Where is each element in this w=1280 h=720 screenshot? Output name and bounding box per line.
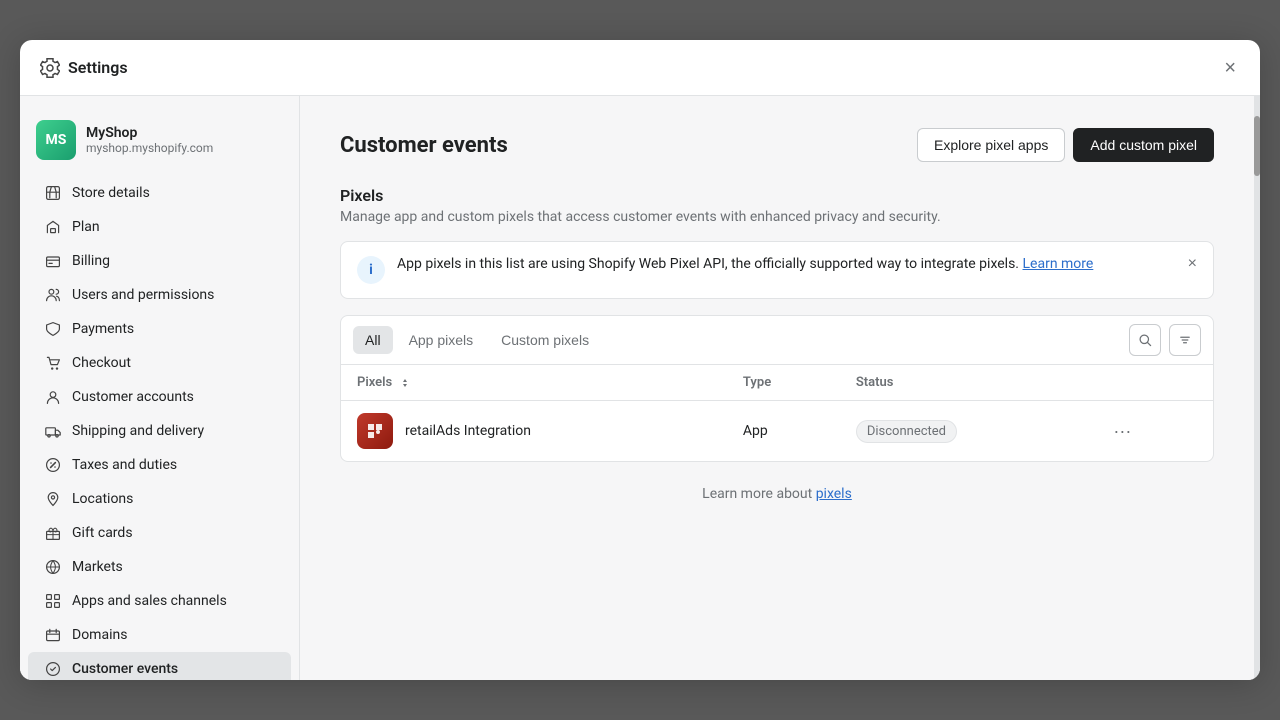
tab-app-pixels[interactable]: App pixels [397,326,486,354]
sidebar-item-customer-events[interactable]: Customer events [28,652,291,680]
avatar: MS [36,120,76,160]
sidebar-item-billing[interactable]: Billing [28,244,291,278]
col-status: Status [840,365,1090,401]
sidebar-item-plan[interactable]: Plan [28,210,291,244]
sidebar: MS MyShop myshop.myshopify.com Store det… [20,96,300,680]
store-info: MS MyShop myshop.myshopify.com [20,112,299,176]
pixel-name-cell: retailAds Integration [341,401,727,462]
table-row: retailAds Integration App Disconnected ·… [341,401,1213,462]
sidebar-item-apps-sales-channels[interactable]: Apps and sales channels [28,584,291,618]
gear-icon [40,58,60,78]
pixels-section-title: Pixels [340,186,1214,205]
add-custom-pixel-button[interactable]: Add custom pixel [1073,128,1214,162]
pixels-learn-more-link[interactable]: pixels [816,486,852,502]
col-type: Type [727,365,840,401]
apps-icon [44,592,62,610]
pixel-name: retailAds Integration [405,423,531,439]
pixel-type: App [727,401,840,462]
sidebar-item-label: Taxes and duties [72,457,177,473]
store-icon [44,184,62,202]
sidebar-item-label: Payments [72,321,134,337]
store-text: MyShop myshop.myshopify.com [86,125,213,155]
sort-button[interactable] [1169,324,1201,356]
sidebar-item-shipping-delivery[interactable]: Shipping and delivery [28,414,291,448]
header-actions: Explore pixel apps Add custom pixel [917,128,1214,162]
main-content: Customer events Explore pixel apps Add c… [300,96,1254,680]
sidebar-item-label: Domains [72,627,127,643]
pixels-section-desc: Manage app and custom pixels that access… [340,209,1214,225]
tab-custom-pixels[interactable]: Custom pixels [489,326,601,354]
modal-title: Settings [68,58,128,77]
domains-icon [44,626,62,644]
sidebar-item-taxes-duties[interactable]: Taxes and duties [28,448,291,482]
pixels-table: Pixels Type [341,365,1213,461]
page-header: Customer events Explore pixel apps Add c… [340,128,1214,162]
sidebar-item-markets[interactable]: Markets [28,550,291,584]
shipping-icon [44,422,62,440]
sidebar-item-label: Plan [72,219,100,235]
scroll-track [1254,96,1260,680]
store-name: MyShop [86,125,213,141]
close-button[interactable]: × [1220,54,1240,82]
sidebar-item-label: Checkout [72,355,131,371]
store-url: myshop.myshopify.com [86,141,213,155]
sidebar-item-label: Users and permissions [72,287,214,303]
status-badge: Disconnected [856,420,957,443]
sidebar-item-label: Markets [72,559,123,575]
info-banner-text: App pixels in this list are using Shopif… [397,256,1176,272]
sort-icon [399,377,411,389]
gift-cards-icon [44,524,62,542]
pixels-table-card: All App pixels Custom pixels [340,315,1214,462]
locations-icon [44,490,62,508]
search-button[interactable] [1129,324,1161,356]
sidebar-item-label: Billing [72,253,110,269]
sidebar-item-label: Customer events [72,661,178,677]
sidebar-item-label: Gift cards [72,525,133,541]
sidebar-item-gift-cards[interactable]: Gift cards [28,516,291,550]
more-options-button[interactable]: ··· [1105,417,1139,446]
customer-events-icon [44,660,62,678]
modal-header: Settings × [20,40,1260,96]
plan-icon [44,218,62,236]
sidebar-item-label: Apps and sales channels [72,593,227,609]
page-title: Customer events [340,133,508,158]
users-icon [44,286,62,304]
modal-body: MS MyShop myshop.myshopify.com Store det… [20,96,1260,680]
pixel-app-icon [357,413,393,449]
sidebar-item-label: Customer accounts [72,389,194,405]
sidebar-item-label: Store details [72,185,150,201]
sidebar-item-store-details[interactable]: Store details [28,176,291,210]
modal-overlay: Settings × MS MyShop myshop.myshopify.co… [0,0,1280,720]
table-toolbar: All App pixels Custom pixels [341,316,1213,365]
sidebar-item-label: Locations [72,491,133,507]
sidebar-item-customer-accounts[interactable]: Customer accounts [28,380,291,414]
markets-icon [44,558,62,576]
checkout-icon [44,354,62,372]
sidebar-item-locations[interactable]: Locations [28,482,291,516]
explore-pixel-apps-button[interactable]: Explore pixel apps [917,128,1065,162]
pixel-actions-cell: ··· [1089,401,1213,462]
banner-close-button[interactable]: × [1188,256,1197,272]
taxes-icon [44,456,62,474]
sidebar-item-payments[interactable]: Payments [28,312,291,346]
sidebar-item-domains[interactable]: Domains [28,618,291,652]
settings-modal: Settings × MS MyShop myshop.myshopify.co… [20,40,1260,680]
billing-icon [44,252,62,270]
sidebar-item-users-permissions[interactable]: Users and permissions [28,278,291,312]
sidebar-item-checkout[interactable]: Checkout [28,346,291,380]
sidebar-item-label: Shipping and delivery [72,423,204,439]
scroll-thumb[interactable] [1254,116,1260,176]
customer-accounts-icon [44,388,62,406]
pixel-status-cell: Disconnected [840,401,1090,462]
tab-all[interactable]: All [353,326,393,354]
payments-icon [44,320,62,338]
learn-more-link[interactable]: Learn more [1023,256,1094,272]
learn-more-section: Learn more about pixels [340,486,1214,502]
info-icon: i [357,256,385,284]
col-pixels[interactable]: Pixels [341,365,727,401]
col-actions [1089,365,1213,401]
info-banner: i App pixels in this list are using Shop… [340,241,1214,299]
